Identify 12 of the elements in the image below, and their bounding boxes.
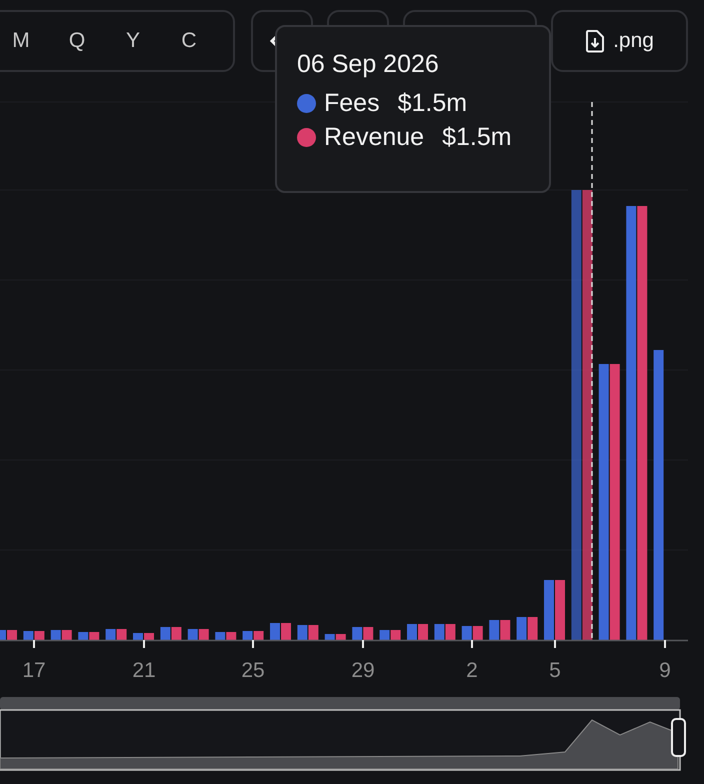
series-value: $1.5m [398, 88, 468, 119]
series-name: Revenue [324, 122, 424, 153]
axis-label: 21 [132, 659, 156, 682]
axis-label: 5 [549, 659, 561, 682]
axis-label: 2 [466, 659, 478, 682]
axis-label: 25 [241, 659, 265, 682]
axis-label: 29 [351, 659, 375, 682]
series-name: Fees [324, 88, 380, 119]
tooltip-date: 06 Sep 2026 [297, 49, 440, 79]
series-value: $1.5m [442, 122, 512, 153]
axis-label: 17 [22, 659, 46, 682]
axis-label: 9 [659, 659, 671, 682]
